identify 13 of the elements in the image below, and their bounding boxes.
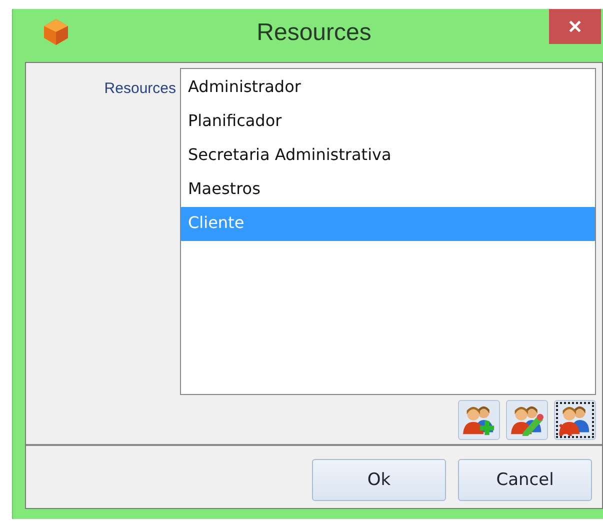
list-item[interactable]: Administrador (181, 71, 595, 105)
cancel-button[interactable]: Cancel (458, 459, 592, 501)
cube-logo-icon (43, 18, 69, 46)
list-item[interactable]: Planificador (181, 105, 595, 139)
delete-user-button[interactable] (554, 400, 596, 440)
add-user-button[interactable] (458, 400, 500, 440)
window-title: Resources (256, 19, 372, 47)
ok-button[interactable]: Ok (312, 459, 446, 501)
list-item[interactable]: Maestros (181, 173, 595, 207)
edit-user-button[interactable] (506, 400, 548, 440)
resources-label: Resources (103, 80, 177, 99)
close-button[interactable]: ✕ (549, 9, 601, 44)
list-item[interactable]: Secretaria Administrativa (181, 139, 595, 173)
